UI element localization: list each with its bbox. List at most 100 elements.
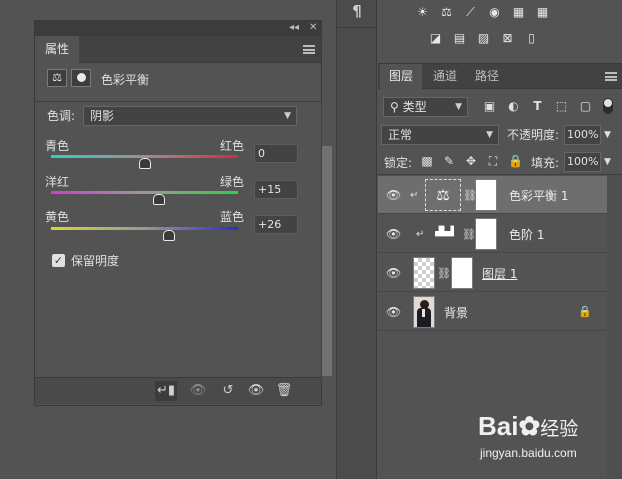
magenta-green-value-input[interactable]: +15: [254, 180, 298, 199]
tone-select[interactable]: 阴影 ▼: [83, 106, 297, 126]
close-panel-icon[interactable]: ✕: [309, 22, 317, 33]
curves-icon[interactable]: ⟋: [462, 5, 479, 20]
layer-filter-select[interactable]: ⚲ 类型 ▼: [383, 97, 468, 117]
chain-link-icon[interactable]: ⛓: [462, 227, 476, 242]
lock-transparent-pixels-icon[interactable]: ▩: [420, 154, 434, 169]
transparent-layer-thumbnail[interactable]: [413, 257, 435, 289]
tab-channels[interactable]: 通道: [424, 64, 466, 89]
trash-icon[interactable]: 🗑: [273, 381, 295, 401]
layer-row-background[interactable]: 👁 背景 🔒: [378, 293, 607, 331]
lock-all-icon[interactable]: 🔒: [508, 154, 523, 169]
layer-row-levels[interactable]: 👁 ↵ ▟▙▟ ⛓ 色阶 1: [378, 215, 607, 253]
posterize-icon[interactable]: ▤: [451, 31, 468, 46]
filter-toggle-switch[interactable]: [603, 98, 613, 114]
paw-icon: ✿: [518, 411, 541, 441]
clipping-arrow-icon: ↵: [416, 229, 425, 240]
red-label: 红色: [220, 139, 245, 153]
cyan-red-value-input[interactable]: 0: [254, 144, 298, 163]
chevron-down-icon: ▼: [455, 102, 462, 112]
hue-saturation-icon[interactable]: ▦: [534, 5, 551, 20]
eye-icon[interactable]: 👁: [386, 305, 401, 319]
fill-chevron-icon[interactable]: ▼: [604, 155, 611, 170]
magenta-green-slider-track[interactable]: [51, 191, 238, 194]
layer-mask-thumbnail[interactable]: [475, 218, 497, 250]
eye-icon[interactable]: 👁: [386, 266, 401, 280]
search-icon: ⚲: [390, 100, 403, 114]
layer-row-layer-1[interactable]: 👁 ⛓ 图层 1: [378, 254, 607, 292]
preserve-luminosity-label: 保留明度: [71, 254, 120, 268]
clip-to-layer-icon[interactable]: ↵▮: [155, 381, 177, 401]
opacity-label: 不透明度:: [507, 128, 560, 142]
tab-paths[interactable]: 路径: [466, 64, 508, 89]
opacity-input[interactable]: 100%: [564, 125, 601, 145]
collapsed-panel-strip: [336, 0, 377, 479]
lock-artboard-icon[interactable]: ⛶: [486, 154, 500, 169]
lock-image-pixels-icon[interactable]: ✎: [442, 154, 456, 169]
preserve-luminosity-checkbox[interactable]: ✓: [52, 254, 65, 267]
clipping-arrow-icon: ↵: [410, 190, 419, 201]
filter-smart-object-icon[interactable]: ▢: [578, 99, 593, 114]
threshold-icon[interactable]: ▨: [475, 31, 492, 46]
filter-shape-icon[interactable]: ⬚: [554, 99, 569, 114]
yellow-blue-slider-track[interactable]: [51, 227, 238, 230]
properties-panel-titlebar[interactable]: ◂◂ ✕: [35, 21, 321, 36]
levels-icon[interactable]: ⚖: [438, 5, 455, 20]
yellow-label: 黄色: [45, 210, 70, 224]
selective-color-icon[interactable]: ⊠: [499, 31, 516, 46]
cyan-label: 青色: [45, 139, 70, 153]
layer-name[interactable]: 背景: [444, 306, 468, 320]
levels-histogram-icon[interactable]: ▟▙▟: [431, 227, 457, 241]
blend-mode-select[interactable]: 正常 ▼: [381, 125, 499, 145]
layer-name[interactable]: 图层 1: [482, 267, 517, 281]
fill-label: 填充:: [531, 156, 560, 170]
chevron-down-icon: ▼: [486, 130, 493, 140]
blend-mode-value: 正常: [388, 128, 413, 142]
lock-position-icon[interactable]: ✥: [464, 154, 478, 169]
brightness-contrast-icon[interactable]: ☀: [414, 5, 431, 20]
opacity-chevron-icon[interactable]: ▼: [604, 128, 611, 143]
tone-select-value: 阴影: [90, 109, 115, 123]
toggle-visibility-icon[interactable]: 👁: [245, 381, 267, 401]
opacity-value: 100%: [567, 128, 599, 141]
collapse-panel-icon[interactable]: ◂◂: [289, 22, 299, 33]
layers-panel-menu-icon[interactable]: [605, 72, 617, 81]
yellow-blue-value-input[interactable]: +26: [254, 215, 298, 234]
properties-scrollbar[interactable]: [321, 101, 333, 381]
filter-type-icon[interactable]: T: [530, 99, 545, 114]
lock-label: 锁定:: [384, 156, 413, 170]
filter-pixel-icon[interactable]: ▣: [482, 99, 497, 114]
paragraph-icon[interactable]: ¶: [348, 2, 366, 24]
layer-name[interactable]: 色阶 1: [509, 228, 544, 242]
layer-row-color-balance[interactable]: 👁 ↵ ⚖ ⛓ 色彩平衡 1: [378, 176, 607, 214]
panel-menu-icon[interactable]: [303, 45, 315, 54]
magenta-label: 洋红: [45, 175, 70, 189]
view-previous-state-icon[interactable]: 👁: [187, 381, 209, 401]
layer-name[interactable]: 色彩平衡 1: [509, 189, 568, 203]
reset-icon[interactable]: ↺: [217, 381, 239, 401]
eye-icon[interactable]: 👁: [386, 188, 401, 202]
gradient-map-icon[interactable]: ▯: [523, 31, 540, 46]
properties-header-title: 色彩平衡: [101, 73, 150, 87]
tab-properties[interactable]: 属性: [35, 36, 80, 63]
eye-icon[interactable]: 👁: [386, 227, 401, 241]
layer-mask-thumbnail[interactable]: [475, 179, 497, 211]
green-label: 绿色: [220, 175, 245, 189]
watermark-brand: Bai✿经验: [478, 411, 579, 441]
invert-icon[interactable]: ◪: [427, 31, 444, 46]
filter-adjustment-icon[interactable]: ◐: [506, 99, 521, 114]
properties-panel: ◂◂ ✕ 属性 ⚖ 色彩平衡 色调: 阴影 ▼ 青色 红色 0 洋红 绿色 +1…: [34, 20, 332, 406]
fill-input[interactable]: 100%: [564, 152, 601, 172]
tab-layers[interactable]: 图层: [380, 64, 423, 89]
exposure-icon[interactable]: ◉: [486, 5, 503, 20]
adjustment-icons-row-2: ◪ ▤ ▨ ⊠ ▯: [427, 31, 547, 47]
layers-scrollbar[interactable]: [607, 175, 622, 479]
layer-mask-thumbnail[interactable]: [451, 257, 473, 289]
chain-link-icon[interactable]: ⛓: [437, 266, 451, 281]
lock-icon: 🔒: [578, 305, 592, 318]
layer-mask-icon[interactable]: [71, 69, 91, 87]
adjustment-thumbnail-balance-icon[interactable]: ⚖: [425, 179, 461, 211]
watermark-url: jingyan.baidu.com: [480, 446, 577, 460]
background-photo-thumbnail[interactable]: [413, 296, 435, 328]
vibrance-icon[interactable]: ▦: [510, 5, 527, 20]
chevron-down-icon: ▼: [284, 111, 291, 121]
